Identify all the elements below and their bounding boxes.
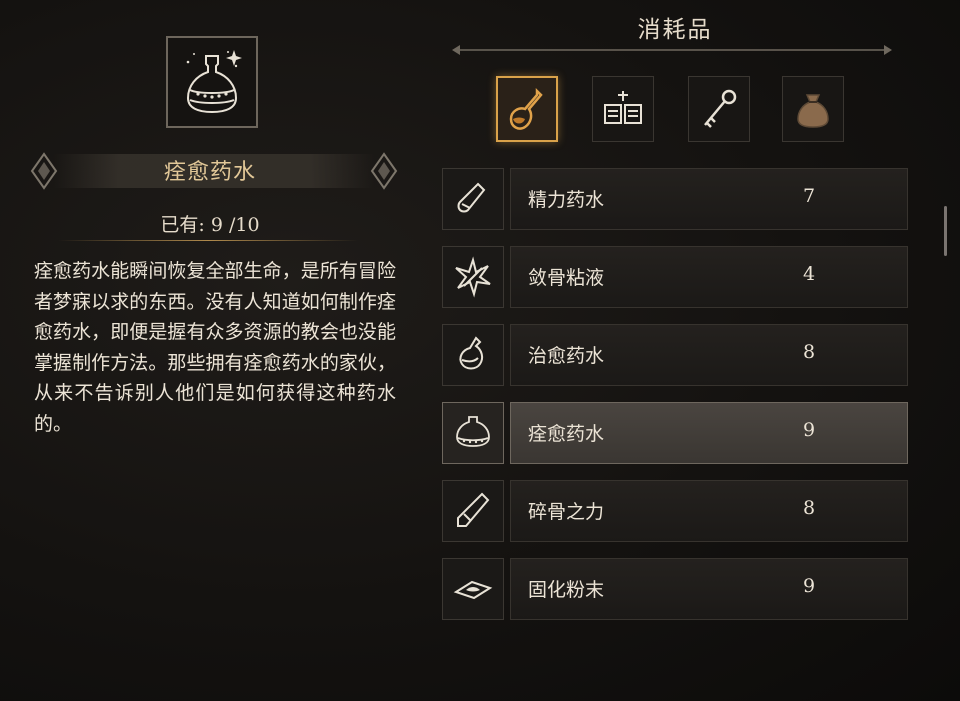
crystal-icon — [457, 492, 490, 527]
bag-icon — [797, 94, 829, 128]
item-description: 痊愈药水能瞬间恢复全部生命，是所有冒险者梦寐以求的东西。没有人知道如何制作痊愈药… — [34, 260, 396, 435]
list-item-selected[interactable]: 痊愈药水 9 — [442, 402, 908, 464]
vial-icon — [457, 182, 486, 213]
item-icon-slot — [442, 168, 504, 230]
tab-keys[interactable] — [688, 76, 750, 142]
item-count: 8 — [802, 341, 816, 363]
tab-books[interactable] — [592, 76, 654, 142]
flask-icon — [456, 416, 490, 447]
item-icon-slot — [442, 402, 504, 464]
item-name: 治愈药水 — [528, 345, 605, 367]
item-count: 7 — [802, 185, 816, 207]
item-name: 固化粉末 — [528, 579, 605, 601]
list-item[interactable]: 精力药水 7 — [442, 168, 908, 230]
category-divider — [452, 45, 892, 55]
item-title: 痊愈药水 — [163, 160, 256, 185]
list-scrollbar[interactable] — [944, 206, 947, 256]
item-count: 4 — [802, 263, 816, 285]
item-name: 痊愈药水 — [528, 423, 605, 445]
item-icon-slot — [442, 324, 504, 386]
divider — [58, 240, 358, 241]
item-icon-slot — [442, 480, 504, 542]
flask-icon — [186, 50, 242, 114]
tab-bags[interactable] — [782, 76, 844, 142]
powder-icon — [453, 580, 493, 600]
burst-icon — [455, 256, 491, 298]
list-item[interactable]: 碎骨之力 8 — [442, 480, 908, 542]
item-icon-slot — [442, 246, 504, 308]
item-count: 9 — [802, 575, 816, 597]
list-item[interactable]: 固化粉末 9 — [442, 558, 908, 620]
tab-potions[interactable] — [496, 76, 558, 142]
item-detail-panel: 痊愈药水 已有: 9 /10 痊愈药水能瞬间恢复全部生命，是所有冒险者梦寐以求的… — [0, 0, 420, 701]
book-icon — [604, 91, 642, 124]
list-item[interactable]: 敛骨粘液 4 — [442, 246, 908, 308]
list-item[interactable]: 治愈药水 8 — [442, 324, 908, 386]
item-count: 9 — [802, 419, 816, 441]
item-name: 碎骨之力 — [528, 501, 605, 523]
item-count: 8 — [802, 497, 816, 519]
item-icon-slot — [442, 558, 504, 620]
bottle-icon — [459, 336, 484, 370]
category-title: 消耗品 — [637, 17, 713, 43]
item-detail-icon-frame — [166, 36, 258, 128]
key-icon — [704, 89, 737, 128]
item-name: 精力药水 — [528, 189, 605, 211]
item-name: 敛骨粘液 — [528, 267, 605, 289]
owned-count: 已有: 9 /10 — [160, 214, 260, 236]
potion-icon — [509, 87, 543, 130]
